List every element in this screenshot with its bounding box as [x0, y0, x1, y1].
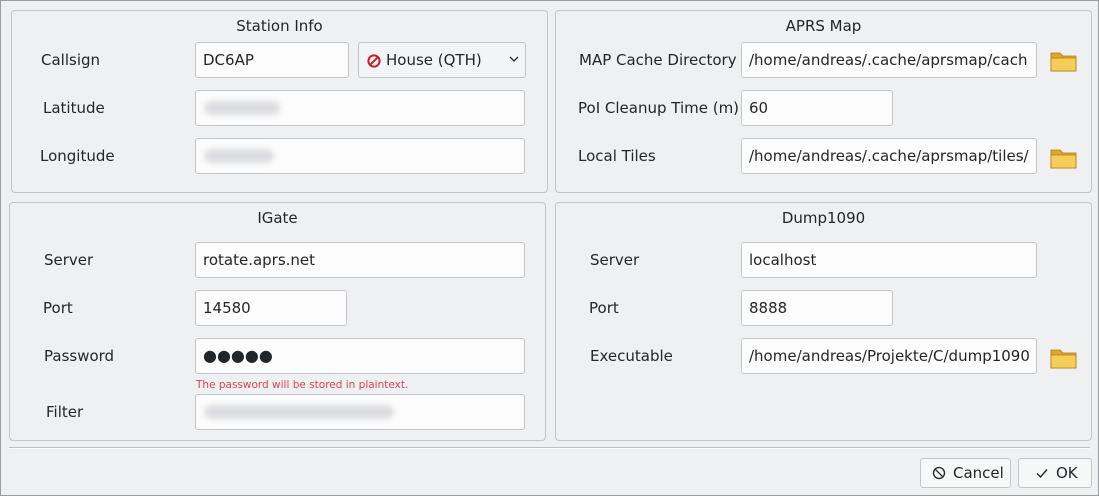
redacted-value — [204, 101, 280, 115]
dump1090-exec-input[interactable]: /home/andreas/Projekte/C/dump1090 — [741, 338, 1037, 374]
password-warning: The password will be stored in plaintext… — [196, 379, 409, 391]
button-separator — [9, 447, 1090, 449]
dump1090-title: Dump1090 — [781, 209, 866, 227]
igate-filter-label: Filter — [46, 403, 84, 421]
longitude-input[interactable] — [195, 138, 525, 174]
callsign-label: Callsign — [41, 51, 101, 69]
dump1090-exec-label: Executable — [590, 347, 673, 365]
redacted-value — [204, 149, 274, 163]
folder-icon[interactable] — [1049, 345, 1079, 371]
symbol-select[interactable]: House (QTH) — [358, 42, 526, 78]
longitude-label: Longitude — [40, 147, 115, 165]
cache-dir-input[interactable]: /home/andreas/.cache/aprsmap/cach — [741, 42, 1037, 78]
cleanup-label: PoI Cleanup Time (m) — [578, 99, 740, 117]
tiles-input[interactable]: /home/andreas/.cache/aprsmap/tiles/ — [741, 138, 1037, 174]
dump1090-port-label: Port — [589, 299, 619, 317]
dump1090-group: Dump1090 Server localhost Port 8888 Exec… — [555, 202, 1092, 441]
latitude-input[interactable] — [195, 90, 525, 126]
ok-button[interactable]: OK — [1018, 458, 1092, 488]
dump1090-port-input[interactable]: 8888 — [741, 290, 893, 326]
igate-server-input[interactable]: rotate.aprs.net — [195, 242, 525, 278]
settings-dialog: Station Info Callsign DC6AP House (QTH) … — [0, 0, 1099, 496]
ok-button-label: OK — [1056, 464, 1078, 482]
dump1090-server-label: Server — [590, 251, 640, 269]
cancel-icon — [932, 466, 946, 480]
folder-icon[interactable] — [1049, 145, 1079, 171]
cancel-button-label: Cancel — [953, 464, 1004, 482]
folder-icon[interactable] — [1049, 48, 1079, 74]
symbol-select-value: House (QTH) — [386, 51, 482, 69]
igate-password-label: Password — [44, 347, 115, 365]
igate-group: IGate Server rotate.aprs.net Port 14580 … — [9, 202, 546, 441]
aprs-map-group: APRS Map MAP Cache Directory /home/andre… — [555, 10, 1092, 193]
redacted-value — [204, 405, 394, 419]
no-entry-icon — [367, 54, 381, 68]
cancel-button[interactable]: Cancel — [920, 458, 1011, 488]
igate-title: IGate — [257, 209, 298, 227]
chevron-down-icon — [509, 56, 519, 62]
dump1090-server-input[interactable]: localhost — [741, 242, 1037, 278]
latitude-label: Latitude — [43, 99, 105, 117]
cache-dir-label: MAP Cache Directory — [579, 51, 737, 69]
cleanup-input[interactable]: 60 — [741, 90, 893, 126]
igate-password-input[interactable]: ●●●●● — [195, 338, 525, 374]
aprs-map-title: APRS Map — [785, 17, 862, 35]
station-info-group: Station Info Callsign DC6AP House (QTH) … — [11, 10, 548, 193]
igate-filter-input[interactable] — [195, 394, 525, 430]
igate-port-label: Port — [43, 299, 73, 317]
checkmark-icon — [1036, 469, 1048, 479]
igate-port-input[interactable]: 14580 — [195, 290, 347, 326]
callsign-input[interactable]: DC6AP — [195, 42, 349, 78]
station-info-title: Station Info — [236, 17, 323, 35]
tiles-label: Local Tiles — [578, 147, 656, 165]
igate-server-label: Server — [44, 251, 94, 269]
